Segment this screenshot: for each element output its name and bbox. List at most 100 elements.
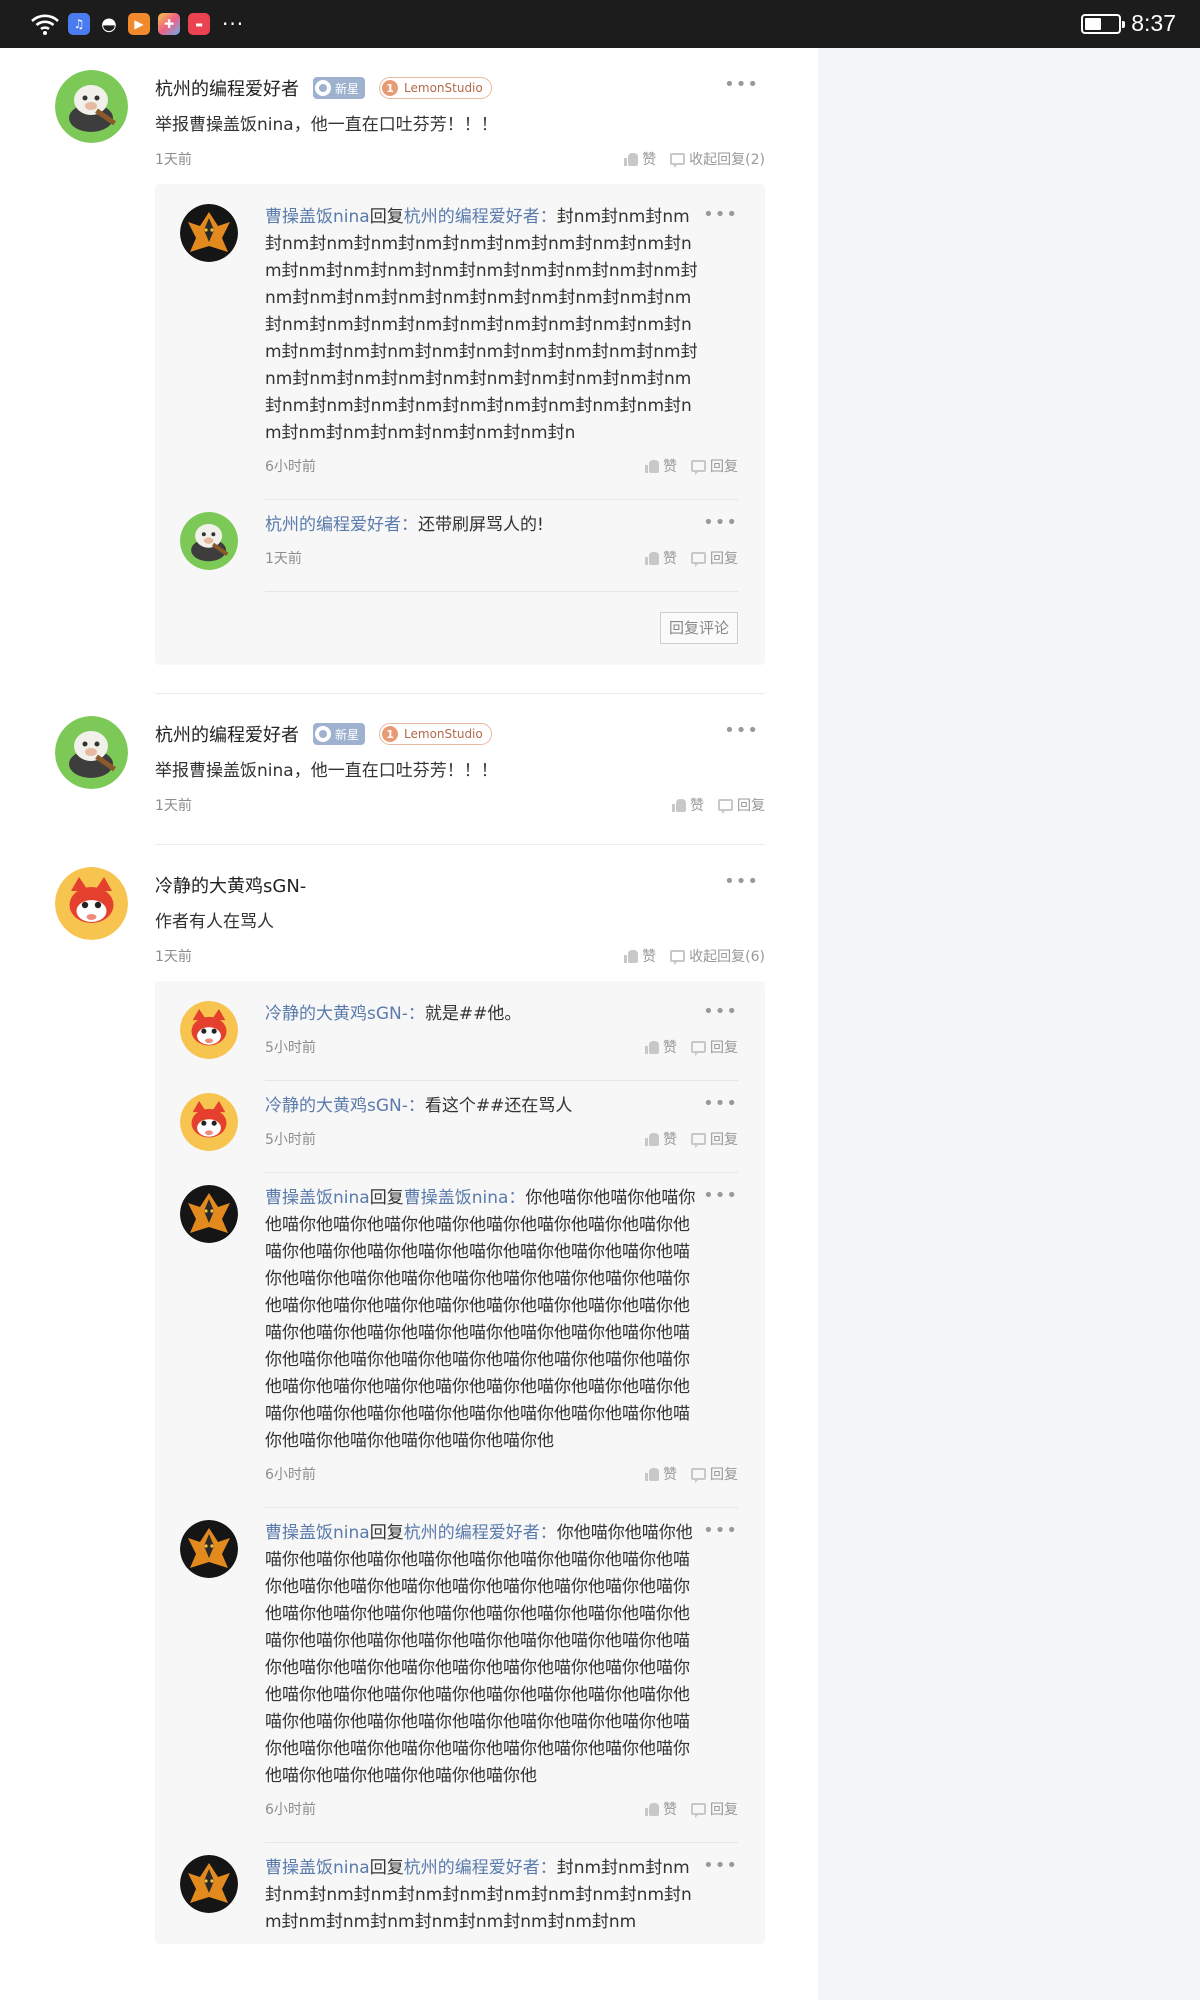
like-button[interactable]: 赞 [645,1464,677,1484]
comment-time: 1天前 [155,949,192,965]
avatar[interactable] [180,1001,238,1059]
comment-author[interactable]: 杭州的编程爱好者 [155,75,299,101]
reply-content: 冷静的大黄鸡sGN-：就是##他。 [265,1001,738,1028]
studio-name: LemonStudio [404,81,483,95]
thumbs-up-icon [645,1467,659,1481]
more-icon[interactable]: ••• [724,720,759,741]
reply-button[interactable]: 回复 [691,548,738,568]
reply-author[interactable]: 冷静的大黄鸡sGN- [265,1096,408,1116]
reply-colon: ： [539,1858,557,1878]
more-icon[interactable]: ••• [703,512,738,533]
thumbs-up-icon [672,798,686,812]
reply-button[interactable]: 回复 [691,1129,738,1149]
reply-label: 回复 [710,1040,738,1056]
reply-list: 曹操盖饭nina回复杭州的编程爱好者：封nm封nm封nm封nm封nm封nm封nm… [155,184,765,665]
reply-meta: 1天前 赞 回复 [265,539,738,577]
reply-author[interactable]: 曹操盖饭nina [265,207,370,227]
comment-time: 1天前 [155,798,192,814]
reply-target[interactable]: 杭州的编程爱好者 [404,1858,540,1878]
reply-actions: 赞 回复 [645,447,738,485]
reply-button[interactable]: 回复 [691,1037,738,1057]
reply-button[interactable]: 回复 [691,456,738,476]
studio-badge[interactable]: 1 LemonStudio [379,723,492,745]
like-button[interactable]: 赞 [645,1799,677,1819]
reply-author[interactable]: 曹操盖饭nina [265,1523,370,1543]
more-icon[interactable]: ••• [703,1001,738,1022]
reply-button[interactable]: 回复 [718,795,765,815]
like-button[interactable]: 赞 [645,456,677,476]
reply-item: 冷静的大黄鸡sGN-：看这个##还在骂人 ••• 5小时前 赞 回复 [180,1080,738,1158]
comment-header: 杭州的编程爱好者 新星 1 LemonStudio ••• [155,712,765,756]
more-icon[interactable]: ••• [703,1520,738,1541]
reply-time: 5小时前 [265,1132,316,1148]
comment-icon [691,460,706,475]
avatar[interactable] [180,1185,238,1243]
avatar[interactable] [180,1093,238,1151]
more-icon[interactable]: ••• [703,1855,738,1876]
avatar[interactable] [55,867,128,940]
comment-icon [670,950,686,965]
reply-label: 回复 [710,1132,738,1148]
reply-author[interactable]: 杭州的编程爱好者 [265,515,401,535]
avatar[interactable] [55,70,128,143]
reply-author[interactable]: 曹操盖饭nina [265,1858,370,1878]
comment-actions: 赞 回复 [672,786,765,824]
reply-text: 你他喵你他喵你他喵你他喵你他喵你他喵你他喵你他喵你他喵你他喵你他喵你他喵你他喵你… [265,1188,696,1451]
status-right: 8:37 [1081,10,1176,37]
comment-item: 杭州的编程爱好者 新星 1 LemonStudio ••• 举报曹操盖饭nina… [0,48,818,665]
reply-button[interactable]: 回复 [691,1464,738,1484]
reply-target[interactable]: 杭州的编程爱好者 [404,207,540,227]
reply-text: 就是##他。 [424,1004,522,1024]
reply-time: 6小时前 [265,459,316,475]
reply-target[interactable]: 曹操盖饭nina [404,1188,509,1208]
avatar[interactable] [180,204,238,262]
badge-icon [315,726,331,742]
reply-colon: ： [407,1096,425,1116]
like-button[interactable]: 赞 [645,1129,677,1149]
comment-icon [718,799,733,814]
badge-label: 新星 [335,727,360,742]
more-icon[interactable]: ••• [724,74,759,95]
avatar[interactable] [180,1520,238,1578]
reply-author[interactable]: 曹操盖饭nina [265,1188,370,1208]
like-label: 赞 [663,459,677,475]
collapse-replies-button[interactable]: 收起回复(2) [670,149,765,169]
reply-button[interactable]: 回复 [691,1799,738,1819]
new-star-badge: 新星 [313,723,366,745]
reply-comment-button[interactable]: 回复评论 [659,612,738,644]
avatar[interactable] [55,716,128,789]
reply-comment-row: 回复评论 [265,591,738,657]
like-label: 赞 [642,949,657,965]
like-button[interactable]: 赞 [624,149,656,169]
comment-author[interactable]: 冷静的大黄鸡sGN- [155,872,306,898]
reply-meta: 6小时前 赞 回复 [265,1790,738,1828]
studio-rank: 1 [382,726,399,742]
wifi-icon [30,12,60,36]
badge-label: 新星 [335,81,360,96]
more-icon[interactable]: ••• [703,1093,738,1114]
reply-meta: 6小时前 赞 回复 [265,1455,738,1493]
avatar[interactable] [180,1855,238,1913]
more-icon[interactable]: ••• [724,871,759,892]
more-icon[interactable]: ••• [703,1185,738,1206]
comment-author[interactable]: 杭州的编程爱好者 [155,721,299,747]
reply-word: 回复 [369,1523,404,1543]
like-label: 赞 [663,1802,677,1818]
like-button[interactable]: 赞 [645,1037,677,1057]
like-button[interactable]: 赞 [672,795,704,815]
avatar[interactable] [180,512,238,570]
studio-badge[interactable]: 1 LemonStudio [379,77,492,99]
like-button[interactable]: 赞 [624,946,656,966]
like-label: 赞 [663,1467,677,1483]
reply-actions: 赞 回复 [645,1790,738,1828]
reply-colon: ： [401,515,418,535]
like-label: 赞 [663,551,677,567]
reply-target[interactable]: 杭州的编程爱好者 [404,1523,540,1543]
like-button[interactable]: 赞 [645,548,677,568]
reply-author[interactable]: 冷静的大黄鸡sGN- [265,1004,408,1024]
reply-label: 回复 [710,551,738,567]
reply-item: 杭州的编程爱好者：还带刷屏骂人的! ••• 1天前 赞 回复 [180,499,738,577]
comment-meta: 1天前 赞 收起回复(2) [155,140,765,178]
collapse-replies-button[interactable]: 收起回复(6) [670,946,765,966]
more-icon[interactable]: ••• [703,204,738,225]
